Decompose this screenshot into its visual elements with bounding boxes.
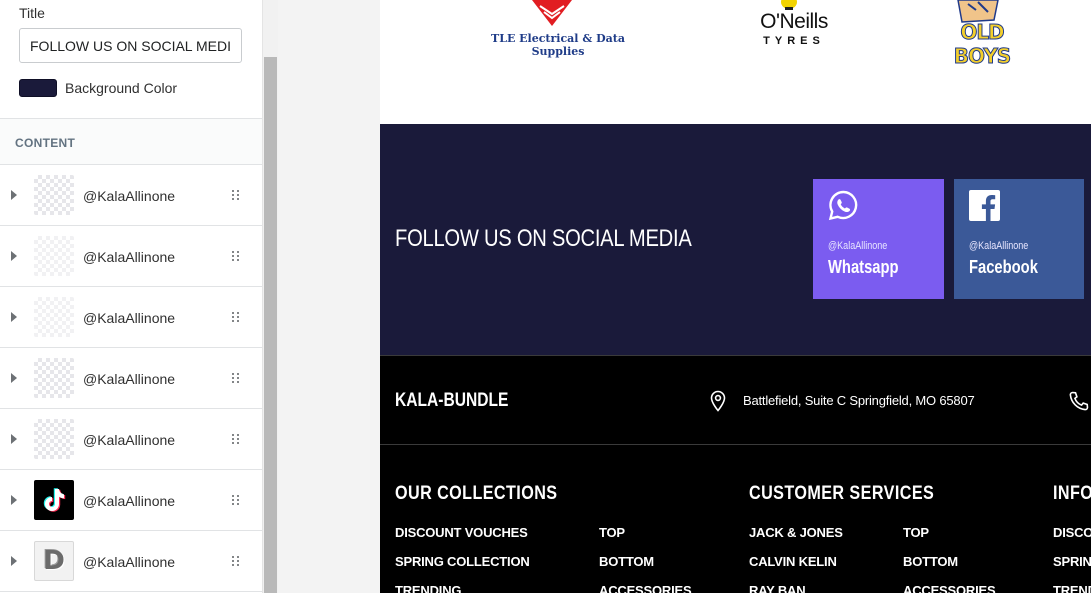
- facebook-card-network: Facebook: [969, 257, 1038, 277]
- footer-link[interactable]: BOTTOM: [599, 554, 654, 569]
- d-logo-thumbnail: D: [34, 541, 74, 581]
- settings-panel: Title Background Color CONTENT @KalaAlli…: [0, 0, 262, 593]
- content-item-label: @KalaAllinone: [83, 493, 176, 509]
- content-item-label: @KalaAllinone: [83, 249, 176, 265]
- content-list: @KalaAllinone @KalaAllinone @KalaAllinon…: [0, 165, 262, 592]
- oneills-logo-sub: TYRES: [763, 35, 825, 47]
- footer-address: Battlefield, Suite C Springfield, MO 658…: [743, 393, 975, 408]
- content-item-label: @KalaAllinone: [83, 188, 176, 204]
- footer-column-title-customer-services: CUSTOMER SERVICES: [749, 483, 935, 504]
- caret-right-icon[interactable]: [11, 190, 17, 200]
- drag-handle-icon[interactable]: [232, 251, 240, 263]
- caret-right-icon[interactable]: [11, 434, 17, 444]
- background-color-swatch[interactable]: [19, 79, 57, 97]
- footer-link[interactable]: BOTTOM: [903, 554, 958, 569]
- content-section-title: CONTENT: [15, 136, 76, 150]
- social-section-title: FOLLOW US ON SOCIAL MEDIA: [395, 225, 692, 252]
- content-item-label: @KalaAllinone: [83, 310, 176, 326]
- tle-logo: TLE Electrical & Data Supplies: [472, 0, 644, 58]
- content-item-label: @KalaAllinone: [83, 371, 176, 387]
- caret-right-icon[interactable]: [11, 312, 17, 322]
- footer-link[interactable]: DISCOUNT VOUCHES: [395, 525, 528, 540]
- footer-column-title-info: INFO: [1053, 483, 1091, 504]
- site-footer: KALA-BUNDLE Battlefield, Suite C Springf…: [380, 355, 1091, 593]
- brand-logos-row: TLE Electrical & Data Supplies O'Neills …: [380, 0, 1091, 124]
- title-field-label: Title: [19, 5, 45, 21]
- oldboys-logo: OLD BOYS: [940, 0, 1024, 69]
- caret-right-icon[interactable]: [11, 495, 17, 505]
- background-color-label: Background Color: [65, 80, 178, 96]
- footer-link[interactable]: TOP: [599, 525, 625, 540]
- content-item[interactable]: @KalaAllinone: [0, 470, 262, 531]
- image-placeholder-thumbnail: [34, 175, 74, 215]
- footer-link[interactable]: SPRING COLLECTION: [395, 554, 530, 569]
- tle-triangle-icon: [532, 0, 572, 26]
- content-item-label: @KalaAllinone: [83, 432, 176, 448]
- content-item[interactable]: @KalaAllinone: [0, 165, 262, 226]
- caret-right-icon[interactable]: [11, 556, 17, 566]
- content-item[interactable]: D @KalaAllinone: [0, 531, 262, 592]
- oneills-logo: O'Neills TYRES: [750, 0, 838, 48]
- content-item[interactable]: @KalaAllinone: [0, 348, 262, 409]
- content-item[interactable]: @KalaAllinone: [0, 287, 262, 348]
- preview-gutter: [278, 0, 380, 593]
- drag-handle-icon[interactable]: [232, 190, 240, 202]
- whatsapp-card[interactable]: @KalaAllinone Whatsapp: [813, 179, 944, 299]
- drag-handle-icon[interactable]: [232, 434, 240, 446]
- footer-link[interactable]: RAY BAN: [749, 583, 806, 593]
- footer-link[interactable]: SPRIN: [1053, 554, 1091, 569]
- footer-top-bar: KALA-BUNDLE Battlefield, Suite C Springf…: [380, 355, 1091, 445]
- drag-handle-icon[interactable]: [232, 373, 240, 385]
- footer-brand[interactable]: KALA-BUNDLE: [395, 390, 508, 412]
- oneills-logo-name: O'Neills: [760, 10, 828, 33]
- content-item-label: @KalaAllinone: [83, 554, 176, 570]
- title-input[interactable]: [19, 28, 242, 63]
- image-placeholder-thumbnail: [34, 419, 74, 459]
- footer-link[interactable]: TREND: [1053, 583, 1091, 593]
- footer-link[interactable]: TOP: [903, 525, 929, 540]
- d-logo-text: D: [43, 546, 65, 576]
- whatsapp-card-network: Whatsapp: [828, 257, 899, 277]
- content-section-header: CONTENT: [0, 118, 262, 165]
- footer-link[interactable]: ACCESSORIES: [903, 583, 996, 593]
- tle-logo-text: TLE Electrical & Data Supplies: [491, 32, 625, 58]
- social-media-section: FOLLOW US ON SOCIAL MEDIA @KalaAllinone …: [380, 124, 1091, 355]
- caret-right-icon[interactable]: [11, 373, 17, 383]
- content-item[interactable]: @KalaAllinone: [0, 409, 262, 470]
- image-placeholder-thumbnail: [34, 358, 74, 398]
- content-item[interactable]: @KalaAllinone: [0, 226, 262, 287]
- drag-handle-icon[interactable]: [232, 495, 240, 507]
- footer-link[interactable]: CALVIN KELIN: [749, 554, 837, 569]
- phone-icon: [1069, 391, 1089, 411]
- footer-link[interactable]: ACCESSORIES: [599, 583, 692, 593]
- tiktok-icon: [34, 480, 74, 520]
- image-placeholder-thumbnail: [34, 297, 74, 337]
- facebook-card[interactable]: @KalaAllinone Facebook: [954, 179, 1084, 299]
- caret-right-icon[interactable]: [11, 251, 17, 261]
- footer-link[interactable]: JACK & JONES: [749, 525, 843, 540]
- footer-column-title-collections: OUR COLLECTIONS: [395, 483, 558, 504]
- drag-handle-icon[interactable]: [232, 556, 240, 568]
- app-root: Title Background Color CONTENT @KalaAlli…: [0, 0, 1091, 593]
- facebook-icon: [969, 190, 1000, 221]
- oldboys-logo-text: OLD BOYS: [953, 20, 1011, 69]
- location-pin-icon: [710, 390, 726, 412]
- facebook-card-handle: @KalaAllinone: [969, 240, 1029, 252]
- footer-link[interactable]: TRENDING: [395, 583, 461, 593]
- footer-link[interactable]: DISCO: [1053, 525, 1091, 540]
- panel-scrollbar-thumb[interactable]: [264, 57, 277, 593]
- whatsapp-card-handle: @KalaAllinone: [828, 240, 888, 252]
- drag-handle-icon[interactable]: [232, 312, 240, 324]
- store-preview: TLE Electrical & Data Supplies O'Neills …: [380, 0, 1091, 593]
- whatsapp-icon: [828, 190, 858, 221]
- image-placeholder-thumbnail: [34, 236, 74, 276]
